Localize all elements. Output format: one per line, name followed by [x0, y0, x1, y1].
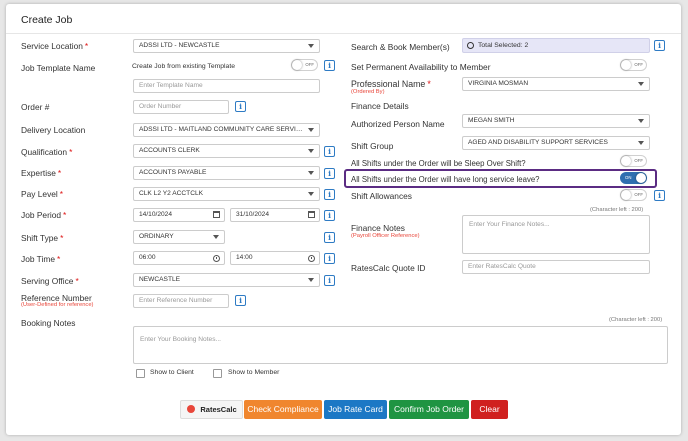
shift-allowances-toggle[interactable]: OFF — [620, 189, 647, 201]
info-icon[interactable]: i — [654, 40, 665, 51]
info-icon[interactable]: i — [324, 189, 335, 200]
delivery-location-select[interactable]: ADSSI LTD - MAITLAND COMMUNITY CARE SERV… — [133, 123, 320, 137]
booking-notes-char-left: (Character left : 200) — [609, 317, 663, 323]
info-icon[interactable]: i — [324, 60, 335, 71]
professional-name-select[interactable]: VIRGINIA MOSMAN — [462, 77, 650, 91]
shift-group-label: Shift Group — [351, 141, 394, 151]
search-book-label: Search & Book Member(s) — [351, 42, 450, 52]
finance-notes-sublabel: (Payroll Officer Reference) — [351, 233, 420, 239]
booking-notes-label: Booking Notes — [21, 318, 76, 328]
set-permanent-toggle[interactable]: OFF — [620, 59, 647, 71]
dropdown-caret-icon — [308, 44, 314, 48]
reference-number-input[interactable]: Enter Reference Number — [133, 294, 229, 308]
show-to-client-checkbox[interactable] — [136, 369, 145, 378]
clock-icon — [308, 255, 315, 262]
title-divider — [6, 33, 681, 34]
dropdown-caret-icon — [308, 149, 314, 153]
info-icon[interactable]: i — [235, 295, 246, 306]
pay-level-select[interactable]: CLK L2 Y2 ACCTCLK — [133, 187, 320, 201]
create-job-panel: Create Job Service Location * ADSSI LTD -… — [6, 4, 681, 435]
search-book-input[interactable]: Total Selected: 2 — [462, 38, 650, 53]
dropdown-caret-icon — [308, 128, 314, 132]
finance-notes-char-left: (Character left : 200) — [590, 207, 644, 213]
serving-office-select[interactable]: NEWCASTLE — [133, 273, 320, 287]
shift-type-label: Shift Type * — [21, 233, 64, 243]
search-icon — [467, 42, 474, 49]
ratescalc-logo-icon — [187, 405, 195, 413]
serving-office-label: Serving Office * — [21, 276, 79, 286]
job-template-label: Job Template Name — [21, 63, 96, 73]
info-icon[interactable]: i — [324, 253, 335, 264]
finance-notes-label: Finance Notes — [351, 223, 405, 233]
info-icon[interactable]: i — [324, 146, 335, 157]
booking-notes-textarea[interactable]: Enter Your Booking Notes... — [133, 326, 668, 364]
sleep-over-toggle[interactable]: OFF — [620, 155, 647, 167]
professional-name-label: Professional Name * — [351, 79, 431, 89]
service-location-label: Service Location * — [21, 41, 89, 51]
sleep-over-label: All Shifts under the Order will be Sleep… — [351, 159, 526, 168]
dropdown-caret-icon — [213, 235, 219, 239]
clock-icon — [213, 255, 220, 262]
info-icon[interactable]: i — [324, 168, 335, 179]
calendar-icon — [308, 211, 315, 218]
show-to-member-checkbox[interactable] — [213, 369, 222, 378]
job-period-label: Job Period * — [21, 210, 67, 220]
finance-notes-textarea[interactable]: Enter Your Finance Notes... — [462, 215, 650, 254]
info-icon[interactable]: i — [235, 101, 246, 112]
qualification-label: Qualification * — [21, 147, 73, 157]
job-period-end[interactable]: 31/10/2024 — [230, 208, 320, 222]
dropdown-caret-icon — [638, 141, 644, 145]
dropdown-caret-icon — [308, 192, 314, 196]
job-time-start[interactable]: 06:00 — [133, 251, 225, 265]
dropdown-caret-icon — [638, 119, 644, 123]
template-toggle[interactable]: OFF — [291, 59, 318, 71]
pay-level-label: Pay Level * — [21, 189, 64, 199]
ratescalc-quote-input[interactable]: Enter RatesCalc Quote — [462, 260, 650, 274]
long-service-toggle[interactable]: ON — [620, 172, 647, 184]
dropdown-caret-icon — [308, 171, 314, 175]
set-permanent-label: Set Permanent Availability to Member — [351, 62, 491, 72]
authorized-person-select[interactable]: MEGAN SMITH — [462, 114, 650, 128]
qualification-select[interactable]: ACCOUNTS CLERK — [133, 144, 320, 158]
ratescalc-button[interactable]: RatesCalc — [180, 400, 243, 419]
show-to-client-label: Show to Client — [150, 369, 194, 376]
create-from-template-text: Create Job from existing Template — [132, 63, 236, 70]
authorized-person-label: Authorized Person Name — [351, 119, 445, 129]
service-location-select[interactable]: ADSSI LTD - NEWCASTLE — [133, 39, 320, 53]
page-title: Create Job — [21, 14, 73, 26]
long-service-label: All Shifts under the Order will have lon… — [351, 175, 540, 184]
job-time-label: Job Time * — [21, 254, 61, 264]
job-time-end[interactable]: 14:00 — [230, 251, 320, 265]
shift-type-select[interactable]: ORDINARY — [133, 230, 225, 244]
show-to-member-label: Show to Member — [228, 369, 280, 376]
job-rate-card-button[interactable]: Job Rate Card — [324, 400, 387, 419]
job-period-start[interactable]: 14/10/2024 — [133, 208, 225, 222]
calendar-icon — [213, 211, 220, 218]
check-compliance-button[interactable]: Check Compliance — [244, 400, 322, 419]
info-icon[interactable]: i — [324, 210, 335, 221]
order-number-input[interactable]: Order Number — [133, 100, 229, 114]
reference-number-sublabel: (User-Defined for reference) — [21, 302, 94, 308]
confirm-job-order-button[interactable]: Confirm Job Order — [389, 400, 469, 419]
dropdown-caret-icon — [308, 278, 314, 282]
shift-group-select[interactable]: AGED AND DISABILITY SUPPORT SERVICES — [462, 136, 650, 150]
finance-details-heading: Finance Details — [351, 101, 409, 111]
ratescalc-quote-label: RatesCalc Quote ID — [351, 263, 426, 273]
dropdown-caret-icon — [638, 82, 644, 86]
order-number-label: Order # — [21, 102, 50, 112]
template-name-input[interactable]: Enter Template Name — [133, 79, 320, 93]
clear-button[interactable]: Clear — [471, 400, 508, 419]
delivery-location-label: Delivery Location — [21, 125, 86, 135]
info-icon[interactable]: i — [654, 190, 665, 201]
professional-name-sublabel: (Ordered By) — [351, 89, 385, 95]
info-icon[interactable]: i — [324, 275, 335, 286]
expertise-label: Expertise * — [21, 168, 62, 178]
info-icon[interactable]: i — [324, 232, 335, 243]
shift-allowances-label: Shift Allowances — [351, 191, 412, 201]
expertise-select[interactable]: ACCOUNTS PAYABLE — [133, 166, 320, 180]
